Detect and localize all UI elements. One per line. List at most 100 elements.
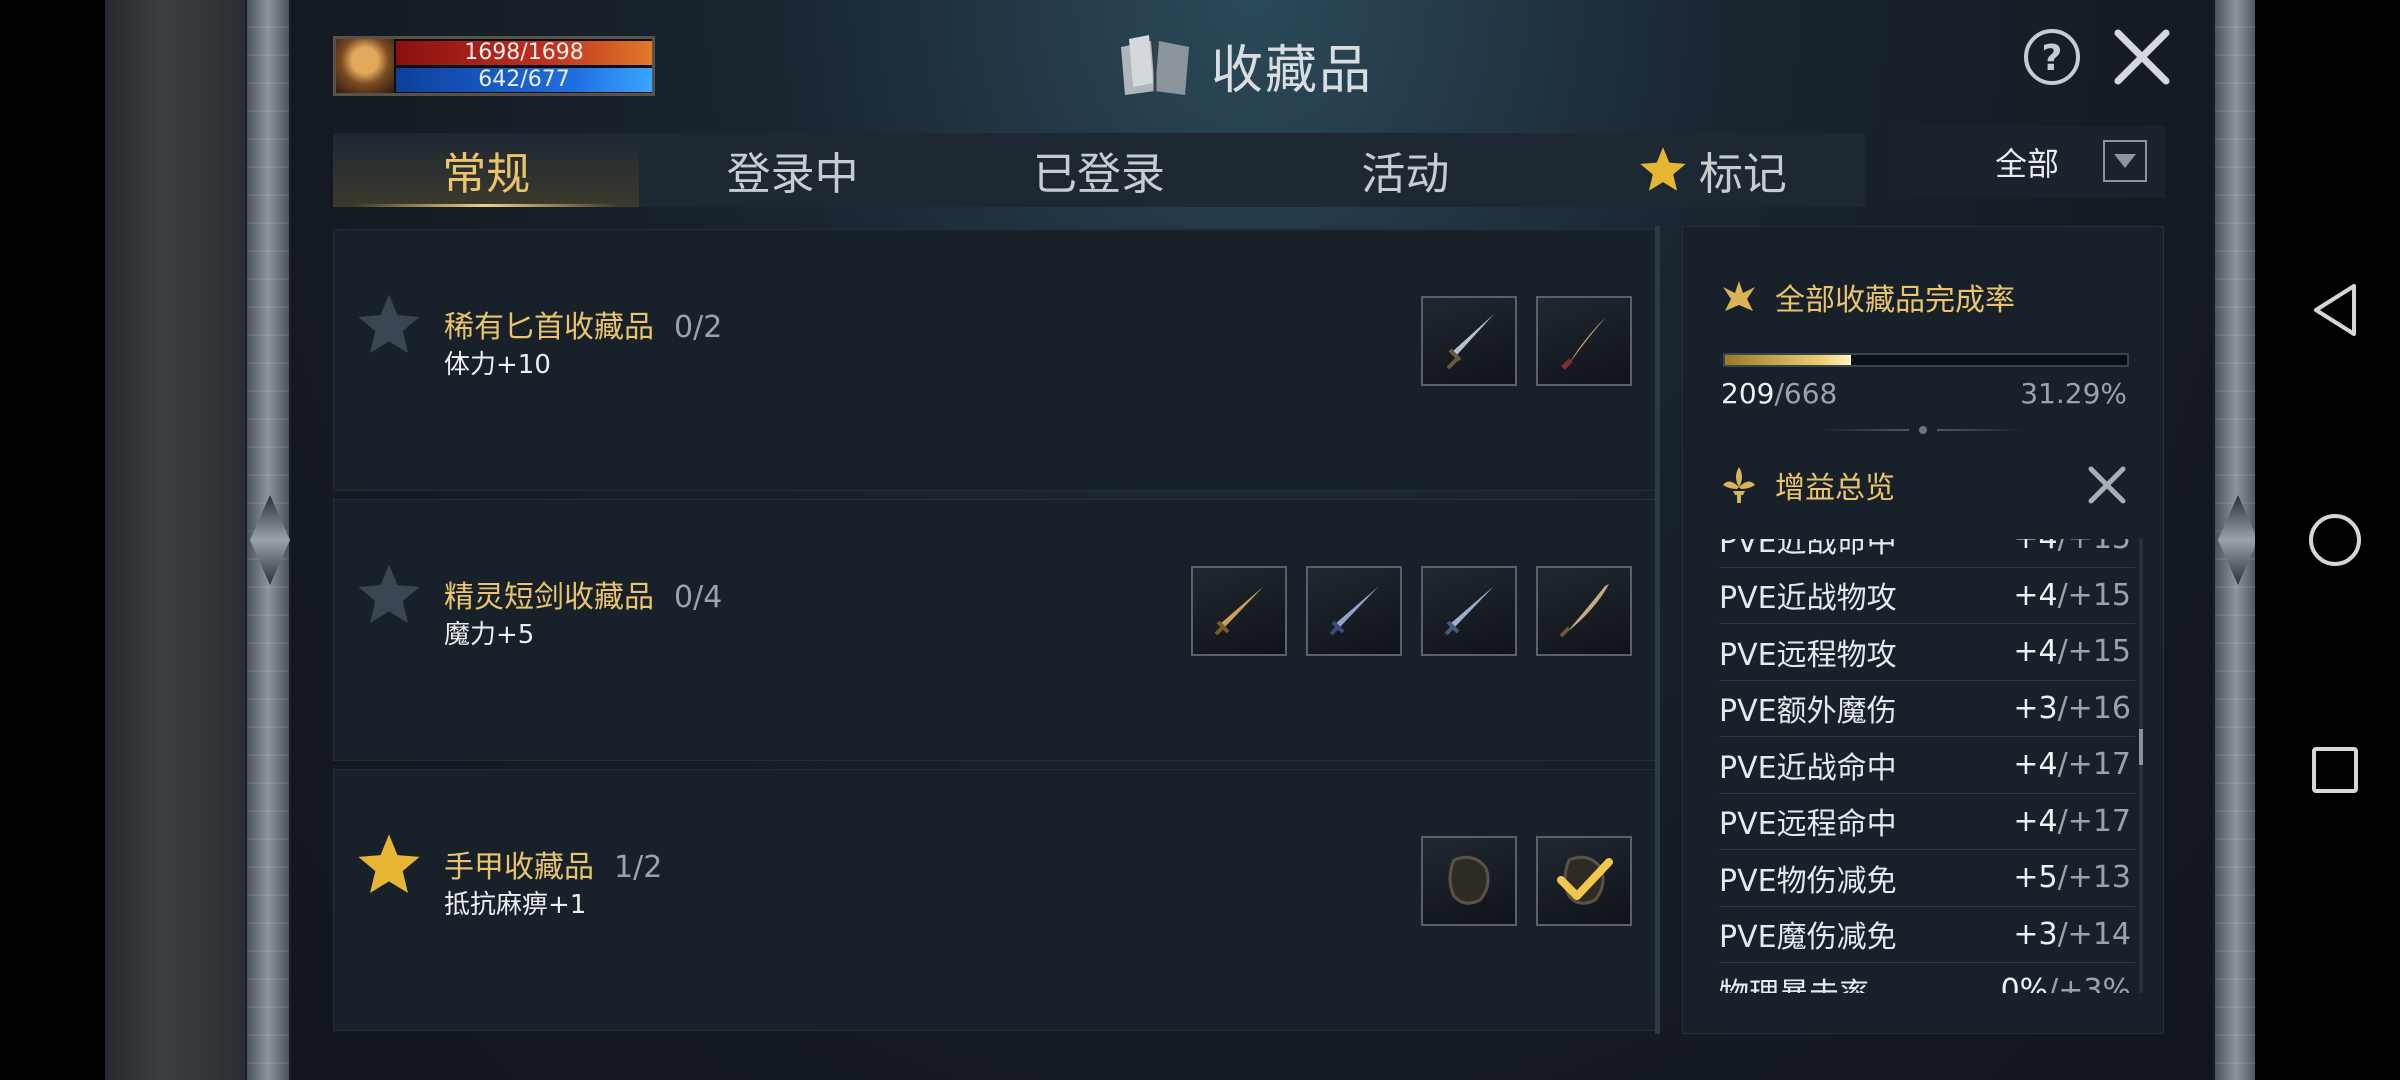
buff-stat-value: +3/+16 bbox=[2013, 690, 2131, 726]
star-outline-icon[interactable] bbox=[354, 560, 424, 630]
player-avatar[interactable] bbox=[336, 39, 394, 93]
tab-label: 活动 bbox=[1361, 149, 1450, 200]
buff-stat-name: PVE近战物攻 bbox=[1719, 581, 1897, 617]
back-button[interactable] bbox=[2305, 280, 2365, 340]
completion-progress-bar bbox=[1723, 353, 2129, 367]
collection-row[interactable]: 精灵短剑收藏品 0/4 魔力+5 bbox=[333, 499, 1657, 761]
summary-panel: 全部收藏品完成率 209/668 31.29% 增益总览 PVE近战命中 +4/+… bbox=[1682, 226, 2164, 1034]
collection-name: 稀有匕首收藏品 0/2 bbox=[444, 310, 723, 345]
mp-bar: 642/677 bbox=[396, 68, 652, 92]
buff-stat-name: PVE远程命中 bbox=[1719, 807, 1897, 843]
filter-dropdown[interactable]: 全部 bbox=[1889, 126, 2165, 198]
close-icon bbox=[2088, 466, 2126, 504]
buff-stat-row: PVE物伤减免 +5/+13 bbox=[1719, 850, 2135, 907]
tab-label: 已登录 bbox=[1033, 149, 1166, 200]
collection-bonus: 抵抗麻痹+1 bbox=[444, 890, 587, 920]
category-tabs: 常规 登录中 已登录 活动 标记 bbox=[333, 133, 1865, 207]
dropdown-arrow-icon[interactable] bbox=[2103, 140, 2147, 182]
svg-text:?: ? bbox=[2042, 38, 2063, 79]
star-outline-icon[interactable] bbox=[354, 290, 424, 360]
buff-stat-value: +4/+17 bbox=[2013, 803, 2131, 839]
item-slot[interactable] bbox=[1306, 566, 1402, 656]
item-slot[interactable] bbox=[1191, 566, 1287, 656]
buff-stat-name: PVE物伤减免 bbox=[1719, 863, 1897, 899]
curved-dagger-icon bbox=[1561, 316, 1607, 370]
gauntlet-icon bbox=[1557, 855, 1613, 905]
collection-row[interactable]: 手甲收藏品 1/2 抵抗麻痹+1 bbox=[333, 769, 1657, 1031]
item-slot[interactable] bbox=[1421, 566, 1517, 656]
book-icon bbox=[1121, 35, 1189, 95]
short-sword-icon bbox=[1329, 586, 1379, 636]
buff-stat-row: PVE近战命中 +4/+15 bbox=[1719, 539, 2135, 568]
tab-label: 标记 bbox=[1698, 149, 1787, 200]
buff-stat-value: +4/+15 bbox=[2013, 577, 2131, 613]
collection-row[interactable]: 稀有匕首收藏品 0/2 体力+10 bbox=[333, 229, 1657, 491]
item-slot[interactable] bbox=[1536, 566, 1632, 656]
completion-progress-fill bbox=[1725, 355, 1851, 365]
buff-stat-row: PVE远程命中 +4/+17 bbox=[1719, 794, 2135, 850]
tab-general[interactable]: 常规 bbox=[333, 133, 640, 207]
buff-stat-value: +4/+15 bbox=[2013, 539, 2131, 556]
trophy-icon bbox=[1723, 281, 1755, 311]
fleur-de-lis-icon bbox=[1723, 467, 1755, 503]
collection-list: 稀有匕首收藏品 0/2 体力+10 精灵短剑收藏品 0/4 魔力+5 手甲收藏品 1/… bbox=[333, 229, 1657, 1033]
curved-sword-icon bbox=[1559, 584, 1609, 638]
buff-stat-name: PVE魔伤减免 bbox=[1719, 920, 1897, 956]
buff-stat-value: 0%/+3% bbox=[2000, 973, 2131, 993]
buff-stat-value: +3/+14 bbox=[2013, 916, 2131, 952]
home-icon bbox=[2309, 514, 2361, 566]
tab-marked[interactable]: 标记 bbox=[1559, 133, 1865, 207]
page-title: 收藏品 bbox=[1211, 40, 1374, 101]
completion-count: 209/668 bbox=[1721, 377, 1838, 410]
short-sword-icon bbox=[1444, 586, 1494, 636]
buff-stat-value: +4/+17 bbox=[2013, 747, 2131, 783]
item-slot[interactable] bbox=[1421, 296, 1517, 386]
item-slot[interactable] bbox=[1536, 296, 1632, 386]
buff-list-scrollbar[interactable] bbox=[2139, 539, 2143, 993]
recents-icon bbox=[2312, 747, 2358, 793]
player-status[interactable]: 1698/1698 642/677 bbox=[333, 36, 655, 96]
panel-close-button[interactable] bbox=[2085, 463, 2129, 507]
star-filled-icon[interactable] bbox=[354, 830, 424, 900]
filter-selected: 全部 bbox=[1995, 145, 2060, 183]
gauntlet-icon bbox=[1448, 855, 1490, 905]
frame-pillar-left bbox=[245, 0, 291, 1080]
home-button[interactable] bbox=[2305, 510, 2365, 570]
list-scrollbar[interactable] bbox=[1655, 226, 1660, 1034]
buff-overview-header: 增益总览 bbox=[1719, 463, 1895, 507]
collection-name: 精灵短剑收藏品 0/4 bbox=[444, 580, 723, 615]
page-header: 收藏品 bbox=[1115, 28, 1373, 102]
tab-event[interactable]: 活动 bbox=[1252, 133, 1558, 207]
collection-bonus: 体力+10 bbox=[444, 350, 551, 380]
tab-registering[interactable]: 登录中 bbox=[639, 133, 945, 207]
item-slot[interactable] bbox=[1536, 836, 1632, 926]
collection-bonus: 魔力+5 bbox=[444, 620, 535, 650]
buff-stat-list[interactable]: PVE近战命中+4/+15PVE近战物攻+4/+15PVE远程物攻+4/+15P… bbox=[1719, 539, 2135, 993]
divider-ornament bbox=[1803, 423, 2043, 437]
buff-stat-row: PVE远程物攻 +4/+15 bbox=[1719, 624, 2135, 681]
tab-label: 登录中 bbox=[726, 149, 859, 200]
star-icon bbox=[1640, 147, 1686, 191]
tab-registered[interactable]: 已登录 bbox=[946, 133, 1252, 207]
collection-name: 手甲收藏品 1/2 bbox=[444, 850, 663, 885]
completion-percent: 31.29% bbox=[2020, 377, 2127, 410]
help-button[interactable]: ? bbox=[2020, 25, 2084, 89]
collection-progress: 1/2 bbox=[614, 850, 663, 885]
close-icon bbox=[2114, 29, 2170, 85]
completion-header: 全部收藏品完成率 bbox=[1719, 275, 2015, 319]
buff-stat-name: PVE额外魔伤 bbox=[1719, 694, 1897, 730]
buff-stat-row: PVE魔伤减免 +3/+14 bbox=[1719, 907, 2135, 963]
stone-backdrop-left bbox=[105, 0, 245, 1080]
buff-stat-row: PVE近战物攻 +4/+15 bbox=[1719, 568, 2135, 624]
close-button[interactable] bbox=[2110, 25, 2174, 89]
item-slot[interactable] bbox=[1421, 836, 1517, 926]
recents-button[interactable] bbox=[2305, 740, 2365, 800]
buff-stat-name: PVE远程物攻 bbox=[1719, 637, 1897, 673]
buff-stat-name: 物理暴击率 bbox=[1719, 969, 1869, 993]
help-icon: ? bbox=[2024, 29, 2080, 85]
buff-stat-name: PVE近战命中 bbox=[1719, 750, 1897, 786]
buff-stat-row: 物理暴击率 0%/+3% bbox=[1719, 963, 2135, 993]
dagger-icon bbox=[1446, 314, 1494, 370]
collection-progress: 0/2 bbox=[674, 310, 723, 345]
buff-stat-value: +4/+15 bbox=[2013, 634, 2131, 670]
